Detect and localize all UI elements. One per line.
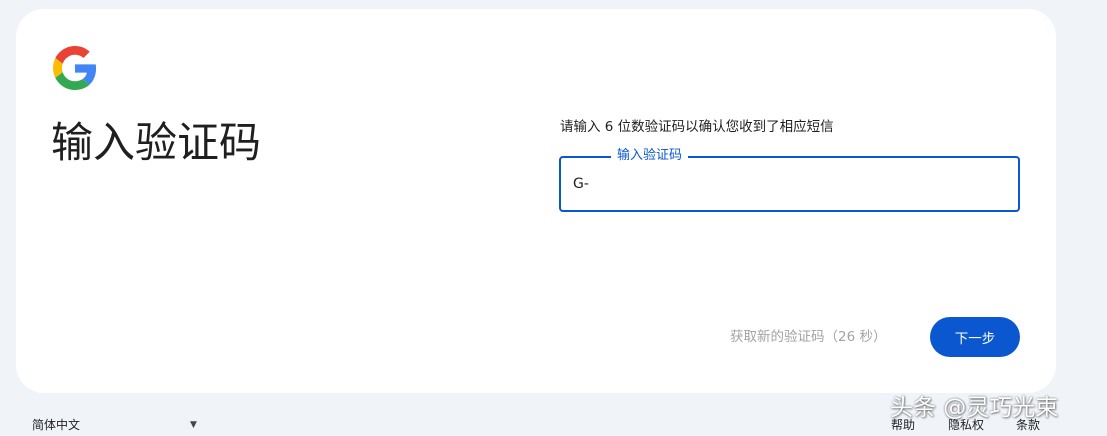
google-logo-icon	[53, 46, 97, 90]
language-label: 简体中文	[32, 418, 81, 432]
instruction-text: 请输入 6 位数验证码以确认您收到了相应短信	[560, 119, 834, 135]
language-selector[interactable]: 简体中文 ▼	[32, 417, 202, 433]
watermark-text: 头条 @灵巧光束	[890, 395, 1059, 421]
signin-card: 输入验证码 请输入 6 位数验证码以确认您收到了相应短信 输入验证码 获取新的验…	[16, 9, 1056, 393]
page-title: 输入验证码	[51, 118, 262, 167]
resend-code-link: 获取新的验证码（26 秒）	[730, 329, 887, 345]
next-button[interactable]: 下一步	[930, 317, 1020, 357]
verification-code-field[interactable]: 输入验证码	[559, 148, 1020, 212]
caret-down-icon: ▼	[190, 420, 197, 430]
verification-code-input[interactable]	[573, 174, 1003, 194]
verification-code-label: 输入验证码	[611, 148, 689, 164]
